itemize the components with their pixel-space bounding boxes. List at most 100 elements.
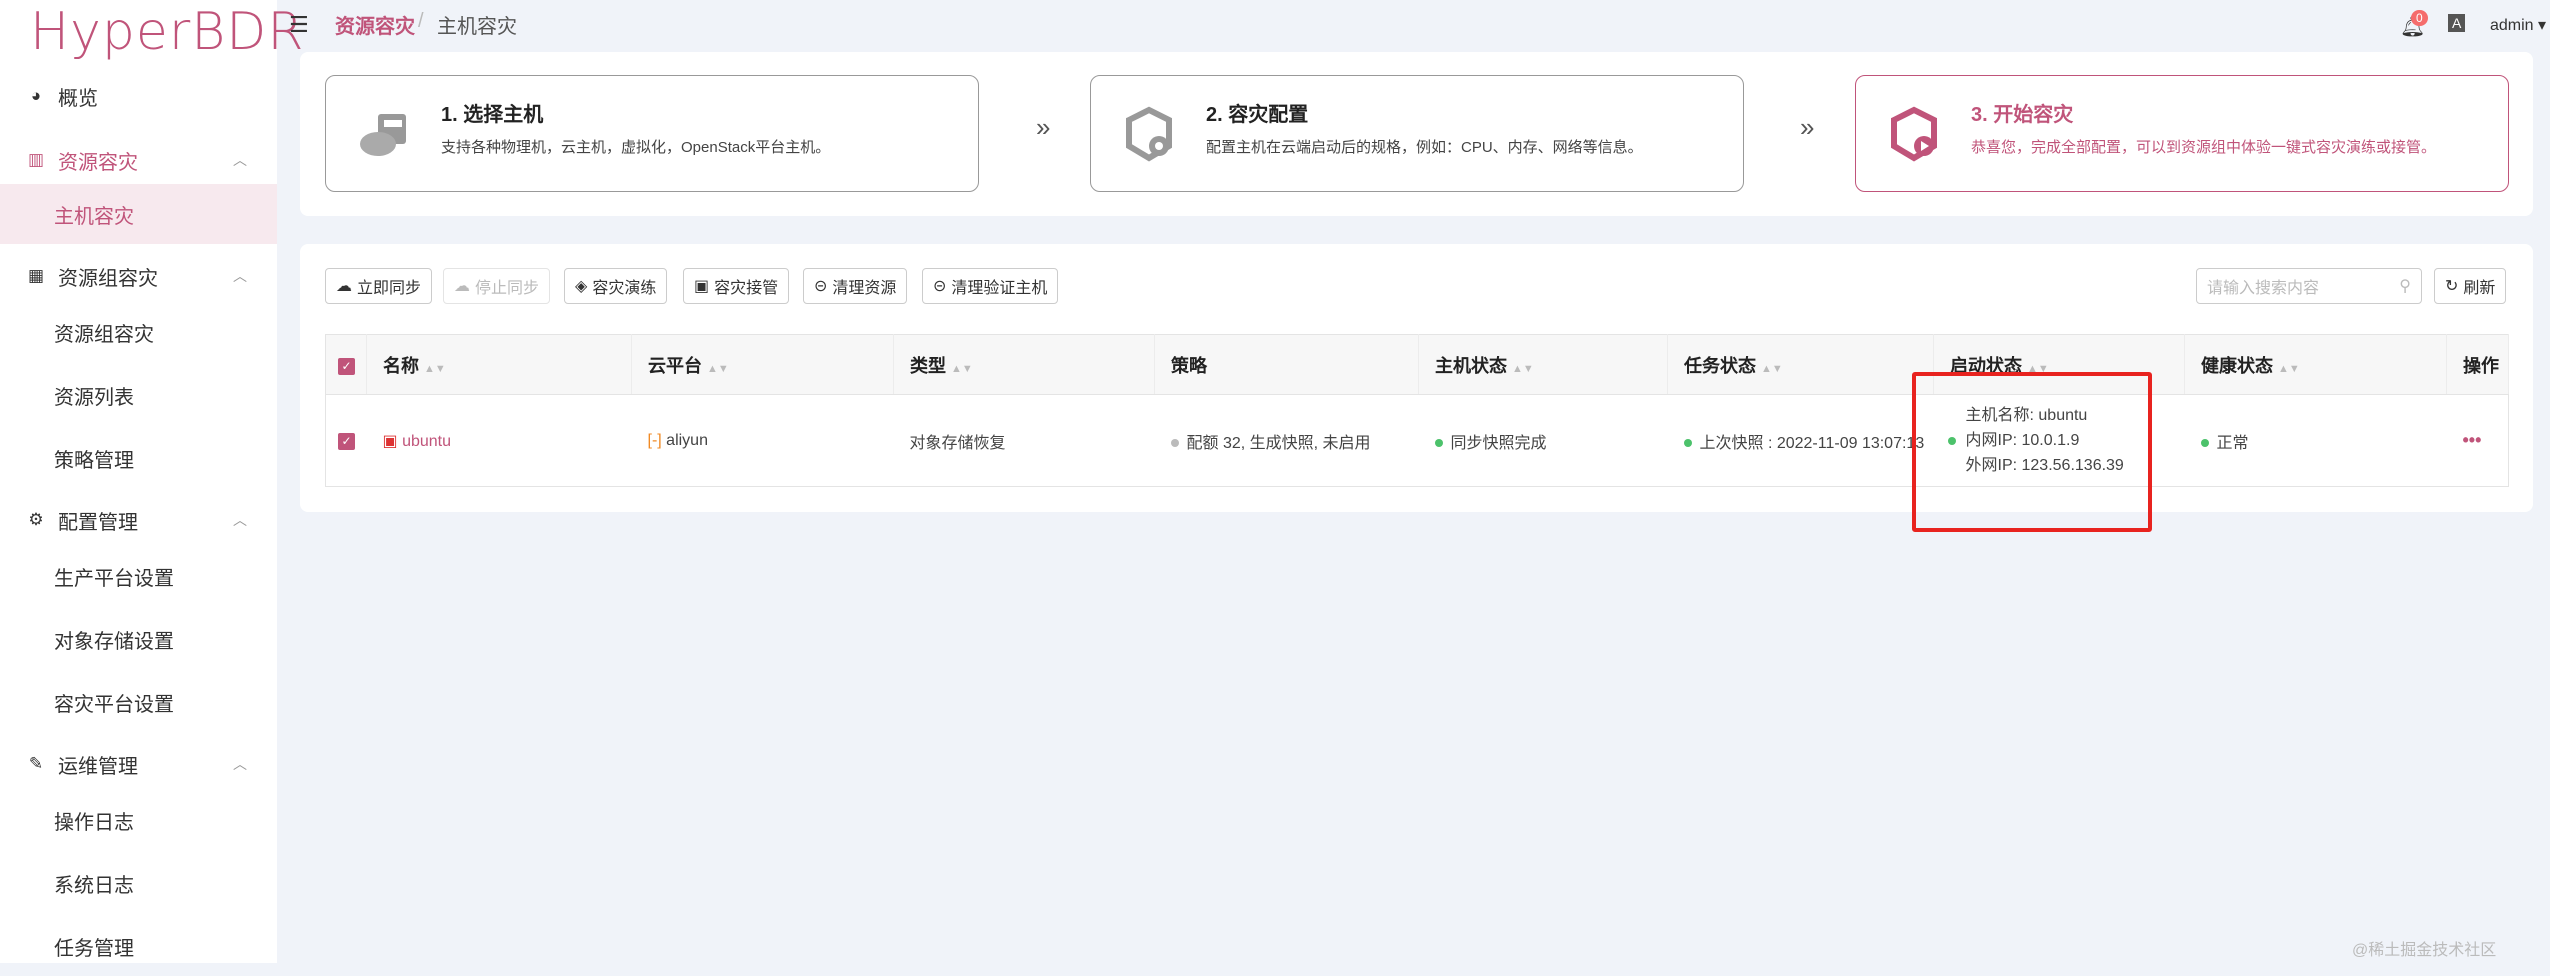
breadcrumb-parent[interactable]: 资源容灾 [335,10,415,39]
breadcrumb-current: 主机容灾 [437,16,517,38]
step-select-host: 1. 选择主机 支持各种物理机，云主机，虚拟化，OpenStack平台主机。 [325,75,979,192]
chevron-up-icon: ︿ [233,152,247,168]
sidebar-item-object-storage[interactable]: 对象存储设置 [0,609,277,669]
sync-now-button[interactable]: ☁ 立即同步 [325,268,433,304]
sidebar-item-overview[interactable]: ◕ 概览 [0,66,277,126]
label: 主机容灾 [54,205,134,228]
sidebar-item-op-log[interactable]: 操作日志 [0,790,277,850]
label: 对象存储设置 [54,630,174,653]
status-dot [2200,439,2209,448]
sidebar-group-resource-group-dr[interactable]: ▦ 资源组容灾 ︿ [0,246,277,306]
sort-icon: ▲▼ [424,362,446,375]
col-platform[interactable]: 云平台 ▲▼ [631,334,894,395]
building-icon: ▥ [27,150,45,169]
col-type[interactable]: 类型 ▲▼ [893,334,1155,395]
label: 资源组容灾 [54,323,154,346]
drill-icon: ◈ [575,278,588,295]
label: 容灾演练 [592,280,657,297]
user-menu[interactable]: admin ▾ [2490,15,2546,35]
sidebar-group-config[interactable]: ⚙ 配置管理 ︿ [0,490,277,550]
username: admin [2490,17,2534,34]
hosts-table: ✓ 名称 ▲▼ 云平台 ▲▼ 类型 ▲▼ 策略 主机状态 ▲▼ 任务状态 ▲▼ 启动状态 ▲… [325,334,2509,487]
clean-verify-host-button[interactable]: ⊝ 清理验证主机 [922,268,1059,304]
label: 容灾平台设置 [54,693,174,716]
host-icon: ▣ [382,432,398,450]
health-cell: 正常 [2185,395,2447,487]
label: 资源容灾 [58,151,138,174]
gears-icon: ⚙ [28,510,44,529]
sidebar-item-prod-platform[interactable]: 生产平台设置 [0,546,277,606]
cloud-host-icon [360,114,406,156]
host-status-cell: 同步快照完成 [1419,395,1668,487]
label: 立即同步 [357,280,422,297]
sidebar-group-resource-dr[interactable]: ▥ 资源容灾 ︿ [0,130,277,190]
highlight-box [1912,372,2152,532]
refresh-button[interactable]: ↻ 刷新 [2434,268,2507,304]
label: 系统日志 [54,874,134,897]
label: 清理验证主机 [951,280,1048,297]
chevron-double-right-icon: » [1800,112,1815,142]
sidebar-group-ops[interactable]: ✎ 运维管理 ︿ [0,734,277,794]
label: 停止同步 [475,280,540,297]
sidebar-item-dr-platform[interactable]: 容灾平台设置 [0,672,277,732]
step-title: 2. 容灾配置 [1206,104,1309,126]
sidebar-item-resource-list[interactable]: 资源列表 [0,365,277,425]
chevron-up-icon: ︿ [233,512,247,528]
table-row: ✓ ▣ ubuntu [-] aliyun 对象存储恢复 配额 32, 生成快照… [326,395,2509,487]
step-desc: 恭喜您，完成全部配置，可以到资源组中体验一键式容灾演练或接管。 [1971,139,2437,156]
col-name[interactable]: 名称 ▲▼ [366,334,632,395]
sort-icon: ▲▼ [707,362,729,375]
sidebar-item-resource-group-dr[interactable]: 资源组容灾 [0,302,277,362]
col-health[interactable]: 健康状态 ▲▼ [2184,334,2447,395]
sort-icon: ▲▼ [951,362,973,375]
notification-badge: 0 [2411,10,2428,26]
sidebar-item-host-dr[interactable]: 主机容灾 [0,184,277,244]
search-icon[interactable]: ⚲ [2399,276,2411,296]
step-desc: 支持各种物理机，云主机，虚拟化，OpenStack平台主机。 [441,139,831,156]
step-title: 3. 开始容灾 [1971,104,2074,126]
cloud-upload-icon: ☁ [336,278,352,295]
step-start-dr: 3. 开始容灾 恭喜您，完成全部配置，可以到资源组中体验一键式容灾演练或接管。 [1855,75,2509,192]
search-placeholder: 请输入搜索内容 [2207,280,2320,297]
step-dr-config: 2. 容灾配置 配置主机在云端启动后的规格，例如：CPU、内存、网络等信息。 [1090,75,1744,192]
more-actions-button[interactable]: ••• [2447,395,2509,487]
host-name-link[interactable]: ▣ ubuntu [367,395,632,487]
label: 配置管理 [58,511,138,534]
minus-circle-icon: ⊝ [933,278,947,295]
language-icon[interactable]: A [2448,14,2466,32]
row-checkbox[interactable]: ✓ [326,395,367,487]
sidebar: HyperBDR ◕ 概览 ▥ 资源容灾 ︿ 主机容灾 ▦ 资源组容灾 ︿ 资源组容灾 资… [0,0,303,963]
label: 概览 [58,87,98,110]
stop-sync-button[interactable]: ☁ 停止同步 [443,268,551,304]
dr-takeover-button[interactable]: ▣ 容灾接管 [683,268,790,304]
select-all-checkbox[interactable]: ✓ [325,334,367,395]
refresh-icon: ↻ [2445,278,2459,295]
chevron-up-icon: ︿ [233,756,247,772]
table-header: ✓ 名称 ▲▼ 云平台 ▲▼ 类型 ▲▼ 策略 主机状态 ▲▼ 任务状态 ▲▼ 启动状态 ▲… [325,334,2509,395]
label: 任务管理 [54,937,134,960]
label: 清理资源 [832,280,897,297]
aliyun-icon: [-] [647,431,662,449]
step-title: 1. 选择主机 [441,104,544,126]
platform-cell: [-] aliyun [647,431,708,449]
step-desc: 配置主机在云端启动后的规格，例如：CPU、内存、网络等信息。 [1206,139,1643,156]
label: 生产平台设置 [54,567,174,590]
collapse-menu-icon[interactable]: ☰ [289,12,309,38]
logo: HyperBDR [30,2,305,62]
status-dot [1170,439,1179,448]
col-host-status[interactable]: 主机状态 ▲▼ [1418,334,1668,395]
type-cell: 对象存储恢复 [909,434,1006,452]
search-input[interactable]: 请输入搜索内容 ⚲ [2196,268,2422,304]
sidebar-item-sys-log[interactable]: 系统日志 [0,853,277,913]
sidebar-item-policy[interactable]: 策略管理 [0,428,277,488]
clean-resources-button[interactable]: ⊝ 清理资源 [803,268,908,304]
breadcrumb-separator: / [418,10,424,32]
col-ops: 操作 [2446,334,2509,395]
tools-icon: ✎ [28,754,44,773]
label: 容灾接管 [714,280,779,297]
label: 运维管理 [58,755,138,778]
sidebar-item-task[interactable]: 任务管理 [0,916,277,976]
col-task-status[interactable]: 任务状态 ▲▼ [1667,334,1934,395]
minus-circle-icon: ⊝ [814,278,828,295]
dr-drill-button[interactable]: ◈ 容灾演练 [564,268,668,304]
